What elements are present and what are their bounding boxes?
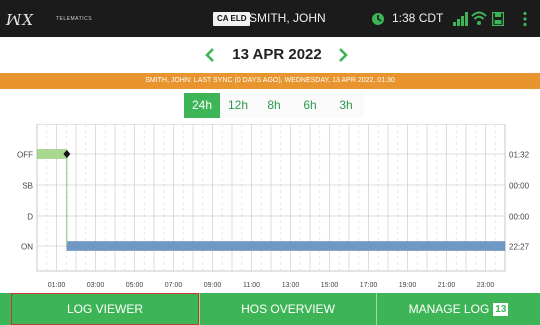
status-total-sb: 00:00 [509,182,530,191]
range-tabs: 24h 12h 8h 6h 3h [184,93,364,118]
sync-banner: SMITH, JOHN: LAST SYNC (0 DAYS AGO), WED… [0,73,540,89]
log-viewer-button[interactable]: LOG VIEWER [11,293,199,325]
status-bar: ꟽX TELEMATICS CA ELD SMITH, JOHN 1:38 CD… [0,0,540,37]
range-tab-6h[interactable]: 6h [292,93,328,118]
signal-icon [453,12,468,26]
x-tick-label: 03:00 [87,282,105,289]
status-label-off: OFF [17,151,33,160]
save-icon[interactable] [492,12,504,26]
date-navigator: 13 APR 2022 [0,37,540,73]
hos-overview-label: HOS OVERVIEW [241,302,335,316]
x-tick-label: 11:00 [243,282,260,289]
range-tab-24h[interactable]: 24h [184,93,220,118]
bottom-nav: LOG VIEWER HOS OVERVIEW MANAGE LOG 13 [0,293,540,325]
status-segment-on [66,241,506,251]
clock-icon [372,13,384,25]
x-tick-label: 05:00 [126,282,144,289]
current-date[interactable]: 13 APR 2022 [218,46,336,63]
status-label-d: D [27,213,33,222]
log-viewer-label: LOG VIEWER [66,302,143,316]
x-tick-label: 23:00 [477,282,495,289]
next-date-button[interactable] [336,46,350,64]
x-tick-label: 19:00 [399,282,417,289]
status-segment-off [36,149,68,159]
status-total-d: 00:00 [509,213,530,222]
eld-badge: CA ELD [213,12,251,26]
status-total-off: 01:32 [509,151,530,160]
x-tick-label: 07:00 [165,282,183,289]
manage-log-button[interactable]: MANAGE LOG 13 [377,293,540,325]
x-tick-label: 01:00 [48,282,66,289]
x-tick-label: 13:00 [282,282,300,289]
hos-overview-button[interactable]: HOS OVERVIEW [199,293,377,325]
status-label-sb: SB [22,182,33,191]
x-tick-label: 15:00 [321,282,339,289]
clock-time: 1:38 CDT [392,11,444,25]
manage-log-count-badge: 13 [493,303,509,316]
manage-log-label: MANAGE LOG [408,302,490,316]
x-tick-label: 09:00 [204,282,222,289]
range-tab-12h[interactable]: 12h [220,93,256,118]
hos-log-chart: OFF SB D ON 01:32 00:00 00:00 22:27 01:00 03:00 05… [17,124,530,289]
range-tab-8h[interactable]: 8h [256,93,292,118]
x-tick-label: 21:00 [438,282,456,289]
menu-icon[interactable] [522,11,528,27]
app-logo: ꟽX [6,11,35,29]
previous-date-button[interactable] [203,46,217,64]
x-tick-label: 17:00 [360,282,378,289]
range-tab-3h[interactable]: 3h [328,93,364,118]
status-label-on: ON [21,243,33,252]
status-total-on: 22:27 [509,243,530,252]
wifi-icon [471,11,487,25]
logo-subtext: TELEMATICS [56,16,93,22]
driver-name[interactable]: SMITH, JOHN [249,11,326,25]
